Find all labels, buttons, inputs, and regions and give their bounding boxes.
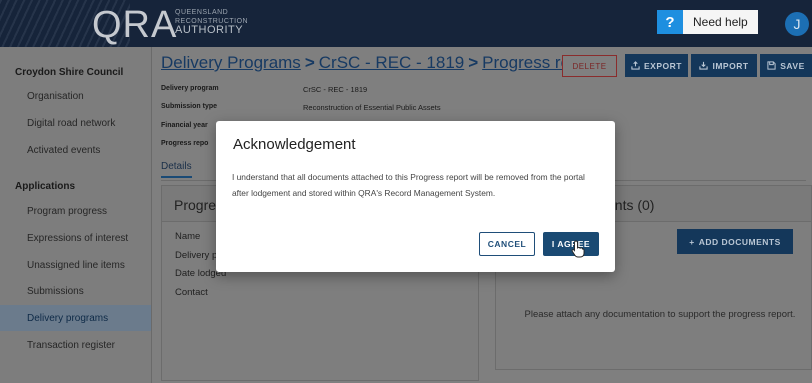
question-icon: ? — [657, 10, 683, 34]
breadcrumb-separator: > — [304, 53, 315, 72]
save-icon — [767, 61, 776, 70]
documents-hint: Please attach any documentation to suppo… — [524, 309, 796, 320]
user-avatar[interactable]: J — [785, 12, 809, 36]
save-button[interactable]: SAVE — [760, 54, 812, 77]
add-documents-button[interactable]: + ADD DOCUMENTS — [677, 229, 793, 254]
sidebar-item-transaction-register[interactable]: Transaction register — [0, 332, 151, 358]
logo-sub-line-3: AUTHORITY — [175, 24, 244, 36]
sidebar-item-submissions[interactable]: Submissions — [0, 278, 151, 304]
logo-sub-line-1: QUEENSLAND — [175, 9, 229, 16]
add-documents-label: ADD DOCUMENTS — [698, 236, 781, 247]
field-delivery-label: Delivery p — [175, 250, 218, 261]
dialog-title: Acknowledgement — [233, 136, 356, 153]
top-bar: QRA QUEENSLAND RECONSTRUCTION AUTHORITY … — [0, 0, 812, 47]
acknowledgement-dialog: Acknowledgement I understand that all do… — [216, 121, 615, 272]
import-button[interactable]: IMPORT — [691, 54, 757, 77]
meta-financial-year-label: Financial year — [161, 122, 208, 129]
meta-delivery-program-value: CrSC - REC - 1819 — [303, 85, 368, 94]
export-icon — [631, 61, 640, 70]
qra-logo-subtitle: QUEENSLAND RECONSTRUCTION AUTHORITY — [175, 8, 248, 36]
meta-submission-type-value: Reconstruction of Essential Public Asset… — [303, 103, 441, 112]
sidebar-item-expressions-of-interest[interactable]: Expressions of interest — [0, 225, 151, 251]
export-button[interactable]: EXPORT — [625, 54, 688, 77]
tab-details[interactable]: Details — [161, 161, 192, 178]
sidebar: Croydon Shire Council Organisation Digit… — [0, 47, 152, 383]
breadcrumb: Delivery Programs > CrSC - REC - 1819 > Prog… — [161, 53, 594, 73]
breadcrumb-separator: > — [468, 53, 479, 72]
cancel-button[interactable]: CANCEL — [479, 232, 535, 256]
import-label: IMPORT — [712, 60, 749, 71]
applications-heading: Applications — [15, 181, 76, 192]
sidebar-item-program-progress[interactable]: Program progress — [0, 198, 151, 224]
breadcrumb-delivery-programs[interactable]: Delivery Programs — [161, 53, 301, 72]
sidebar-item-delivery-programs[interactable]: Delivery programs — [0, 305, 151, 331]
field-contact-label: Contact — [175, 287, 208, 298]
pointer-cursor-icon — [571, 240, 585, 258]
field-name-label: Name — [175, 231, 201, 242]
sidebar-item-digital-road-network[interactable]: Digital road network — [0, 110, 151, 136]
import-icon — [699, 61, 709, 70]
sidebar-item-organisation[interactable]: Organisation — [0, 83, 151, 109]
need-help-button[interactable]: ? Need help — [657, 10, 758, 34]
meta-delivery-program-label: Delivery program — [161, 85, 219, 92]
delete-button[interactable]: DELETE — [562, 55, 617, 77]
save-label: SAVE — [780, 60, 805, 71]
meta-submission-type-label: Submission type — [161, 103, 218, 110]
sidebar-item-unassigned-line-items[interactable]: Unassigned line items — [0, 252, 151, 278]
breadcrumb-program[interactable]: CrSC - REC - 1819 — [319, 53, 464, 72]
need-help-label: Need help — [683, 10, 758, 34]
sidebar-item-activated-events[interactable]: Activated events — [0, 137, 151, 163]
plus-icon: + — [689, 236, 695, 247]
council-name: Croydon Shire Council — [15, 67, 124, 78]
meta-progress-report-label: Progress repo — [161, 140, 209, 147]
export-label: EXPORT — [644, 60, 682, 71]
dialog-body: I understand that all documents attached… — [232, 172, 585, 198]
qra-logo[interactable]: QRA — [92, 4, 177, 47]
